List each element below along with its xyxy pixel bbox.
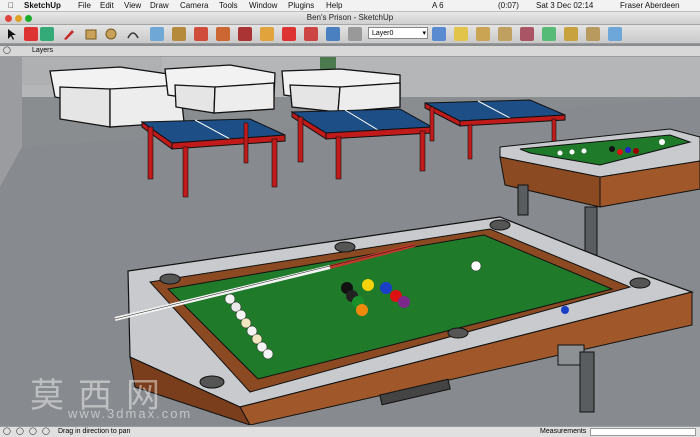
circle-icon[interactable]: [104, 27, 118, 41]
minimize-icon[interactable]: [15, 15, 22, 22]
offset-icon[interactable]: [260, 27, 274, 41]
share-model-icon[interactable]: [564, 27, 578, 41]
user-name[interactable]: Fraser Aberdeen: [620, 0, 680, 11]
apple-menu-icon[interactable]: : [8, 0, 14, 11]
photo-textures-icon[interactable]: [586, 27, 600, 41]
measurements-input[interactable]: [590, 428, 696, 436]
layer-manager-icon[interactable]: [348, 27, 362, 41]
styles-icon[interactable]: [520, 27, 534, 41]
select-tool-icon[interactable]: [4, 27, 18, 41]
eraser-icon[interactable]: [40, 27, 54, 41]
bench-middle: [164, 64, 276, 114]
panel-collapse-icon[interactable]: ◯: [3, 46, 11, 56]
materials-icon[interactable]: [498, 27, 512, 41]
rectangle-icon[interactable]: [84, 27, 98, 41]
components-icon[interactable]: [476, 27, 490, 41]
push-pull-icon[interactable]: [150, 27, 164, 41]
battery-status[interactable]: (0:07): [498, 0, 519, 11]
menu-plugins[interactable]: Plugins: [288, 0, 314, 11]
geo-location-icon[interactable]: [608, 27, 622, 41]
make-component-icon[interactable]: [24, 27, 38, 41]
bench-right: [281, 68, 401, 113]
layer-select[interactable]: Layer0 ▾: [368, 27, 428, 39]
main-toolbar: [0, 25, 700, 44]
clock[interactable]: Sat 3 Dec 02:14: [536, 0, 593, 11]
layer-select-value: Layer0: [372, 30, 394, 37]
menu-tools[interactable]: Tools: [219, 0, 238, 11]
walk-icon[interactable]: [326, 27, 340, 41]
menu-bar:  SketchUp File Edit View Draw Camera To…: [0, 0, 700, 12]
follow-me-icon[interactable]: [216, 27, 230, 41]
layers-panel-title: Layers: [32, 47, 54, 54]
bench-left: [49, 66, 185, 128]
rotate-icon[interactable]: [194, 27, 208, 41]
pencil-icon[interactable]: [62, 27, 76, 41]
close-icon[interactable]: [5, 15, 12, 22]
window-title: Ben's Prison - SketchUp: [306, 13, 394, 22]
layers-panel: ◯ Layers: [0, 46, 700, 57]
input-indicator[interactable]: A 6: [432, 0, 444, 11]
status-bar: ◯ ◯ ◯ ◯ Drag in direction to pan Measure…: [0, 426, 700, 437]
menu-help[interactable]: Help: [326, 0, 342, 11]
menu-edit[interactable]: Edit: [100, 0, 114, 11]
menu-draw[interactable]: Draw: [150, 0, 169, 11]
get-models-icon[interactable]: [542, 27, 556, 41]
menu-camera[interactable]: Camera: [180, 0, 208, 11]
zoom-icon[interactable]: [25, 15, 32, 22]
shadows-icon[interactable]: [432, 27, 446, 41]
app-menu[interactable]: SketchUp: [24, 0, 61, 11]
arc-icon[interactable]: [126, 27, 140, 41]
menu-view[interactable]: View: [124, 0, 141, 11]
watermark-url: www.3dmax.com: [68, 406, 193, 421]
move-icon[interactable]: [172, 27, 186, 41]
menu-window[interactable]: Window: [249, 0, 277, 11]
menu-file[interactable]: File: [78, 0, 91, 11]
pan-icon[interactable]: [304, 27, 318, 41]
chevron-down-icon: ▾: [422, 30, 426, 37]
fog-icon[interactable]: [454, 27, 468, 41]
orbit-icon[interactable]: [282, 27, 296, 41]
scale-icon[interactable]: [238, 27, 252, 41]
window-titlebar: Ben's Prison - SketchUp: [0, 12, 700, 25]
